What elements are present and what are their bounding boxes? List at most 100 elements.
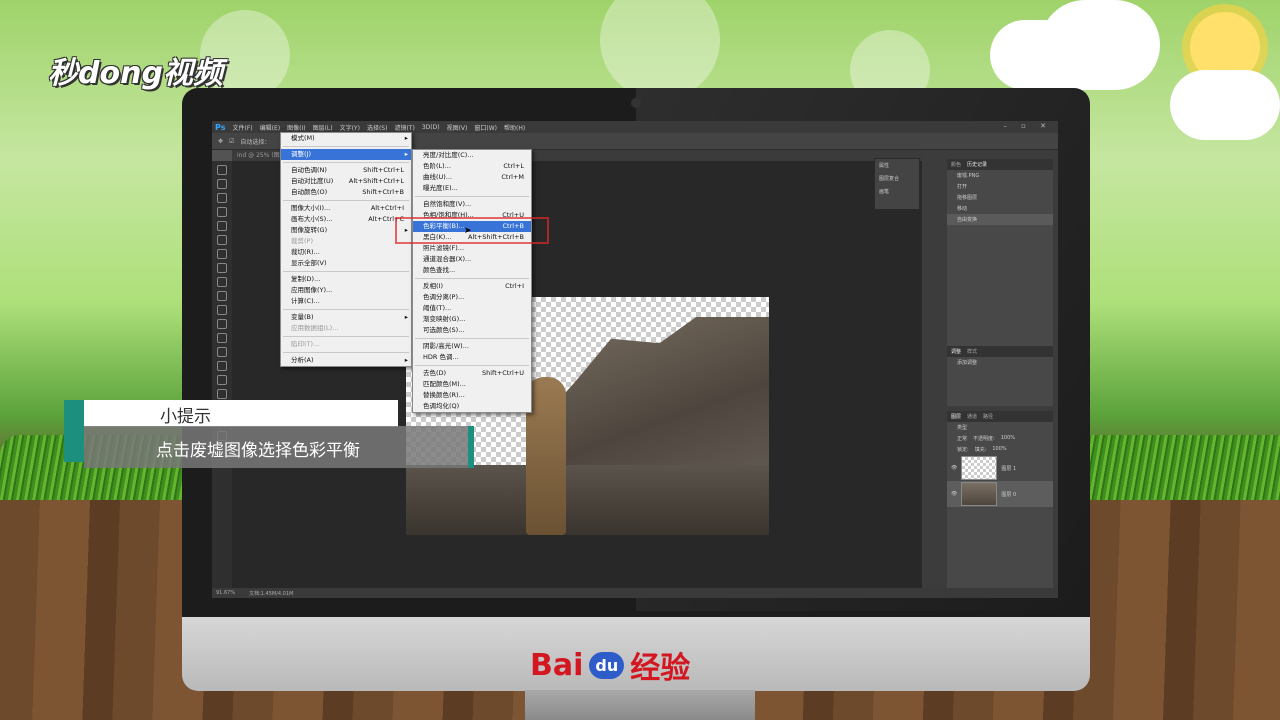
menu-item[interactable]: 变量(B): [281, 312, 411, 323]
history-snapshot[interactable]: 废墟.PNG: [947, 170, 1053, 181]
menu-item[interactable]: 色调分离(P)...: [413, 292, 531, 303]
menu-view[interactable]: 视图(V): [447, 123, 468, 132]
opacity-value[interactable]: 100%: [1001, 435, 1015, 442]
tab-color[interactable]: 颜色: [951, 161, 961, 168]
menu-window[interactable]: 窗口(W): [474, 123, 497, 132]
menu-item[interactable]: 图像旋转(G): [281, 225, 411, 236]
menu-item[interactable]: 通道混合器(X)...: [413, 254, 531, 265]
tab-history[interactable]: 历史记录: [967, 161, 987, 168]
bokeh-light: [600, 0, 720, 100]
tab-paths[interactable]: 路径: [983, 413, 993, 420]
brush-tool-icon[interactable]: [217, 263, 227, 273]
menu-item[interactable]: 曲线(U)... Ctrl+M: [413, 172, 531, 183]
type-tool-icon[interactable]: [217, 375, 227, 385]
menu-select[interactable]: 选择(S): [367, 123, 388, 132]
gradient-tool-icon[interactable]: [217, 319, 227, 329]
history-item[interactable]: 打开: [947, 181, 1053, 192]
brush-panel-button[interactable]: 画笔: [875, 185, 919, 198]
menu-item[interactable]: 去色(D) Shift+Ctrl+U: [413, 368, 531, 379]
zoom-level[interactable]: 91.67%: [216, 590, 235, 596]
menu-item[interactable]: 显示全部(V): [281, 258, 411, 269]
menu-item[interactable]: 自动颜色(O) Shift+Ctrl+B: [281, 187, 411, 198]
baidu-wordmark: Bai: [530, 647, 584, 683]
pen-tool-icon[interactable]: [217, 361, 227, 371]
layer-name: 图层 0: [1001, 491, 1017, 498]
menu-item[interactable]: 阈值(T)...: [413, 303, 531, 314]
blend-mode-select[interactable]: 正常: [957, 435, 967, 442]
menu-item[interactable]: 阴影/高光(W)...: [413, 341, 531, 352]
status-bar: 91.67% 文档:1.45M/4.01M: [212, 588, 1058, 598]
history-brush-icon[interactable]: [217, 291, 227, 301]
menu-item[interactable]: 自动色调(N) Shift+Ctrl+L: [281, 165, 411, 176]
crop-tool-icon[interactable]: [217, 221, 227, 231]
eye-icon[interactable]: 👁: [951, 491, 957, 497]
dodge-tool-icon[interactable]: [217, 347, 227, 357]
menu-item[interactable]: 照片滤镜(F)...: [413, 243, 531, 254]
menu-item[interactable]: HDR 色调...: [413, 352, 531, 363]
menu-item-label: 显示全部(V): [291, 259, 327, 267]
layer-row-selected[interactable]: 👁 图层 0: [947, 481, 1053, 507]
lasso-tool-icon[interactable]: [217, 193, 227, 203]
baidu-paw-icon: du: [589, 651, 625, 679]
properties-panel-button[interactable]: 属性: [875, 159, 919, 172]
menu-file[interactable]: 文件(F): [232, 123, 252, 132]
menu-edit[interactable]: 编辑(E): [260, 123, 280, 132]
eye-icon[interactable]: 👁: [951, 465, 957, 471]
move-tool-icon[interactable]: ✥: [218, 138, 223, 145]
menu-item-highlighted[interactable]: 调整(J): [281, 149, 411, 160]
menu-filter[interactable]: 滤镜(T): [394, 123, 414, 132]
menu-item[interactable]: 自动对比度(U) Alt+Shift+Ctrl+L: [281, 176, 411, 187]
menu-item[interactable]: 色阶(L)... Ctrl+L: [413, 161, 531, 172]
tab-styles[interactable]: 样式: [967, 348, 977, 355]
photoshop-app-icon[interactable]: Ps: [215, 123, 225, 132]
menu-item[interactable]: 自然饱和度(V)...: [413, 199, 531, 210]
menu-help[interactable]: 帮助(H): [504, 123, 525, 132]
eyedropper-tool-icon[interactable]: [217, 235, 227, 245]
tab-layers[interactable]: 图层: [951, 413, 961, 420]
auto-select-checkbox[interactable]: ☑: [229, 138, 234, 145]
menu-item[interactable]: 反相(I) Ctrl+I: [413, 281, 531, 292]
menu-item[interactable]: 渐变映射(G)...: [413, 314, 531, 325]
menu-item[interactable]: 图像大小(I)... Alt+Ctrl+I: [281, 203, 411, 214]
menu-item[interactable]: 匹配颜色(M)...: [413, 379, 531, 390]
menu-item[interactable]: 模式(M): [281, 133, 411, 144]
tab-channels[interactable]: 通道: [967, 413, 977, 420]
menu-3d[interactable]: 3D(D): [422, 124, 440, 131]
stamp-tool-icon[interactable]: [217, 277, 227, 287]
menu-item-label: 复制(D)...: [291, 275, 321, 283]
menu-item[interactable]: 色调均化(Q): [413, 401, 531, 412]
menu-item[interactable]: 计算(C)...: [281, 296, 411, 307]
move-tool-icon[interactable]: [217, 165, 227, 175]
menu-item-label: HDR 色调...: [423, 353, 459, 361]
layer-row[interactable]: 👁 图层 1: [947, 455, 1053, 481]
menu-item[interactable]: 可选颜色(S)...: [413, 325, 531, 336]
menu-item[interactable]: 分析(A): [281, 355, 411, 366]
menu-item[interactable]: 复制(D)...: [281, 274, 411, 285]
menu-item[interactable]: 应用图像(Y)...: [281, 285, 411, 296]
site-logo: 秒dong视频: [48, 56, 223, 91]
tab-adjustments[interactable]: 调整: [951, 348, 961, 355]
menu-item[interactable]: 曝光度(E)...: [413, 183, 531, 194]
menu-item[interactable]: 裁切(R)...: [281, 247, 411, 258]
menu-item[interactable]: 替换颜色(R)...: [413, 390, 531, 401]
eraser-tool-icon[interactable]: [217, 305, 227, 315]
quick-select-tool-icon[interactable]: [217, 207, 227, 217]
menu-image[interactable]: 图像(I): [287, 123, 305, 132]
history-item-selected[interactable]: 自由变换: [947, 214, 1053, 225]
blur-tool-icon[interactable]: [217, 333, 227, 343]
layer-kind-filter[interactable]: 类型: [947, 422, 1053, 433]
history-item[interactable]: 移动: [947, 203, 1053, 214]
menu-item[interactable]: 颜色查找...: [413, 265, 531, 276]
menu-type[interactable]: 文字(Y): [340, 123, 360, 132]
menu-item[interactable]: 画布大小(S)... Alt+Ctrl+C: [281, 214, 411, 225]
marquee-tool-icon[interactable]: [217, 179, 227, 189]
menu-item[interactable]: 亮度/对比度(C)...: [413, 150, 531, 161]
window-controls[interactable]: – ▫ ✕: [1003, 122, 1052, 130]
history-item[interactable]: 拖移图层: [947, 192, 1053, 203]
menu-item-label: 自动色调(N): [291, 166, 327, 174]
menu-layer[interactable]: 图层(L): [313, 123, 333, 132]
fill-value[interactable]: 100%: [992, 446, 1006, 453]
layer-comps-panel-button[interactable]: 图层复合: [875, 172, 919, 185]
path-select-icon[interactable]: [217, 389, 227, 399]
healing-tool-icon[interactable]: [217, 249, 227, 259]
